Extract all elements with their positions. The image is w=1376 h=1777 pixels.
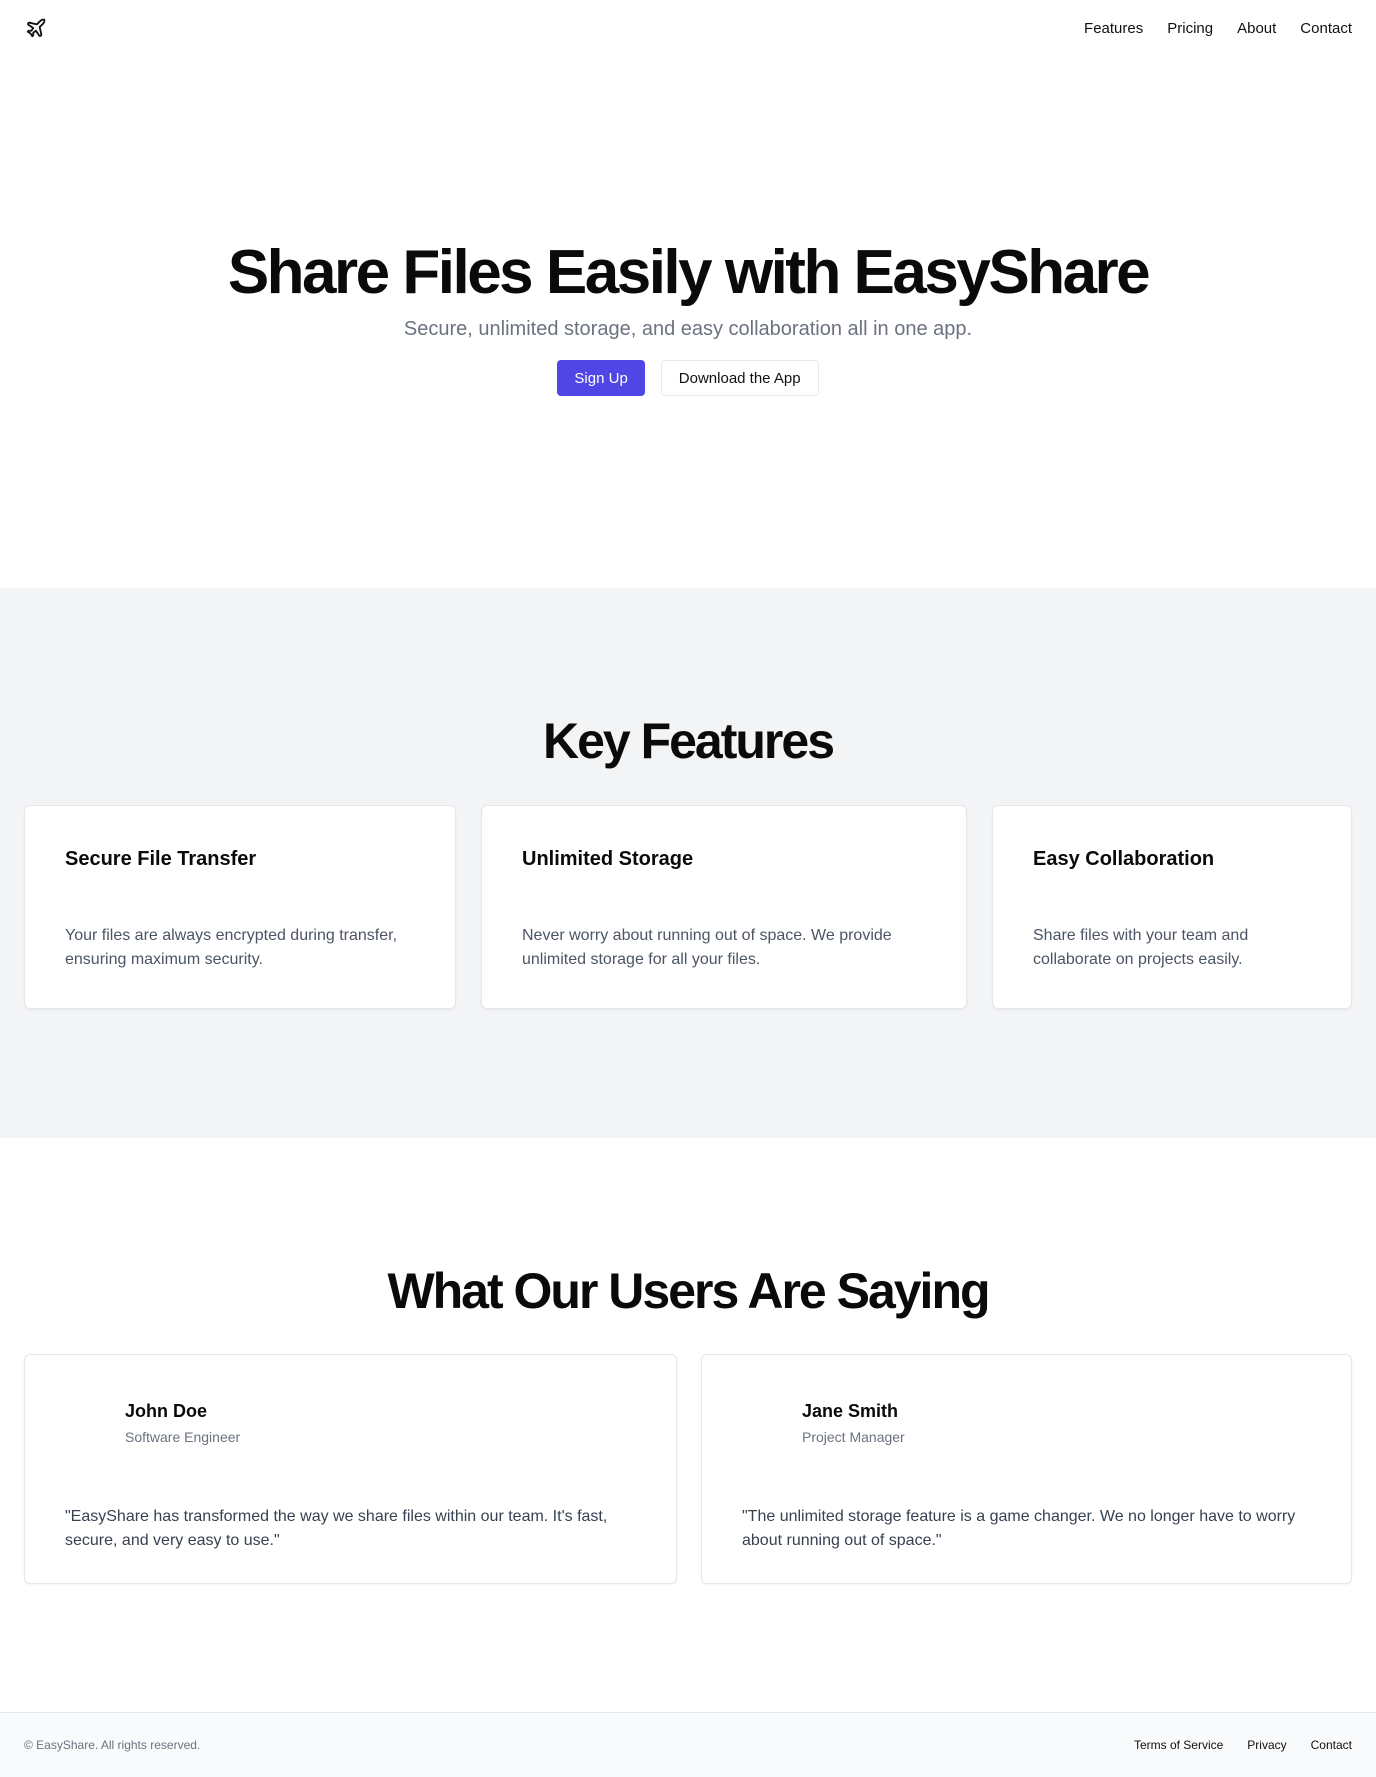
nav-link-contact[interactable]: Contact — [1300, 20, 1352, 37]
testimonials-title: What Our Users Are Saying — [387, 1263, 990, 1319]
hero-subtitle: Secure, unlimited storage, and easy coll… — [403, 318, 973, 340]
nav-link-about[interactable]: About — [1237, 20, 1276, 37]
hero-actions: Sign Up Download the App — [0, 360, 1376, 396]
sign-up-button[interactable]: Sign Up — [557, 360, 645, 396]
feature-description: Your files are always encrypted during t… — [65, 927, 398, 968]
footer-links: Terms of Service Privacy Contact — [1134, 1738, 1352, 1752]
testimonial-card: John Doe Software Engineer "EasyShare ha… — [24, 1354, 677, 1584]
nav-link-pricing[interactable]: Pricing — [1167, 20, 1213, 37]
avatar — [65, 1395, 105, 1435]
testimonials-section: What Our Users Are Saying John Doe Softw… — [0, 1138, 1376, 1712]
feature-title: Unlimited Storage — [522, 848, 694, 870]
hero-title: Share Files Easily with EasyShare — [227, 238, 1151, 307]
testimonial-name: Jane Smith — [802, 1401, 899, 1421]
site-footer: © EasyShare. All rights reserved. Terms … — [0, 1712, 1376, 1777]
testimonial-quote: "EasyShare has transformed the way we sh… — [65, 1508, 608, 1549]
testimonial-name: John Doe — [125, 1401, 208, 1421]
feature-description: Never worry about running out of space. … — [522, 927, 892, 968]
nav-link-features[interactable]: Features — [1084, 20, 1143, 37]
copyright-text: © EasyShare. All rights reserved. — [24, 1738, 201, 1752]
footer-link-contact[interactable]: Contact — [1311, 1738, 1352, 1752]
testimonial-role: Software Engineer — [125, 1429, 241, 1445]
footer-link-terms[interactable]: Terms of Service — [1134, 1738, 1223, 1752]
features-section: Key Features Secure File Transfer Your f… — [0, 588, 1376, 1138]
hero-section: Share Files Easily with EasyShare Secure… — [0, 56, 1376, 588]
feature-card: Easy Collaboration Share files with your… — [992, 805, 1352, 1009]
feature-card: Secure File Transfer Your files are alwa… — [24, 805, 456, 1009]
download-app-button[interactable]: Download the App — [660, 360, 819, 396]
site-header: Features Pricing About Contact — [0, 0, 1376, 56]
feature-description: Share files with your team and collabora… — [1033, 927, 1249, 968]
testimonial-quote: "The unlimited storage feature is a game… — [742, 1508, 1296, 1549]
testimonial-card: Jane Smith Project Manager "The unlimite… — [701, 1354, 1352, 1584]
plane-icon[interactable] — [24, 16, 48, 40]
footer-link-privacy[interactable]: Privacy — [1247, 1738, 1286, 1752]
feature-title: Secure File Transfer — [65, 848, 257, 870]
feature-card: Unlimited Storage Never worry about runn… — [481, 805, 967, 1009]
feature-title: Easy Collaboration — [1033, 848, 1215, 870]
avatar — [742, 1395, 782, 1435]
main-nav: Features Pricing About Contact — [1084, 20, 1352, 37]
testimonial-role: Project Manager — [802, 1429, 905, 1445]
features-title: Key Features — [542, 713, 835, 769]
